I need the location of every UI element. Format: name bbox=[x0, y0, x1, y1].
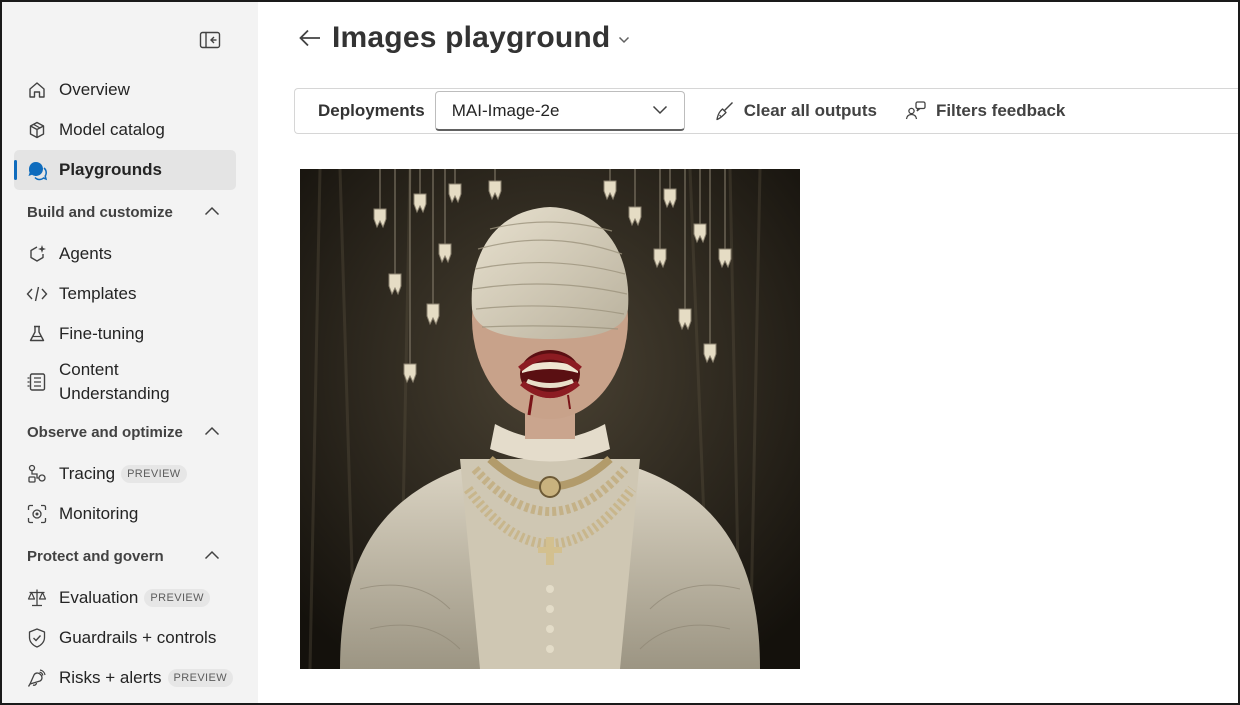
monitor-scan-icon bbox=[26, 503, 48, 525]
sidebar-item-model-catalog[interactable]: Model catalog bbox=[14, 110, 236, 150]
tracing-icon bbox=[26, 463, 48, 485]
filters-feedback-label: Filters feedback bbox=[935, 101, 1066, 120]
clear-all-outputs-button[interactable]: Clear all outputs bbox=[713, 100, 877, 122]
sidebar-item-label: Agents bbox=[59, 244, 112, 263]
sidebar-item-label: Model catalog bbox=[59, 120, 165, 139]
sidebar-item-label: Tracing bbox=[59, 464, 116, 483]
label-line-2: Understanding bbox=[59, 384, 170, 403]
section-build-and-customize[interactable]: Build and customize bbox=[14, 190, 236, 234]
sidebar-item-tracing[interactable]: Tracing PREVIEW bbox=[14, 454, 236, 494]
flask-icon bbox=[26, 323, 48, 345]
chat-icon bbox=[26, 159, 48, 181]
sidebar-item-label: Overview bbox=[59, 80, 130, 99]
sidebar-item-guardrails-controls[interactable]: Guardrails + controls bbox=[14, 618, 236, 658]
section-title: Protect and govern bbox=[27, 547, 164, 565]
chevron-up-icon bbox=[204, 547, 220, 565]
toolbar: Deployments MAI-Image-2e Clear all outpu… bbox=[294, 88, 1238, 134]
agent-sparkle-icon bbox=[26, 243, 48, 265]
sidebar-item-templates[interactable]: Templates bbox=[14, 274, 236, 314]
broom-icon bbox=[713, 100, 735, 122]
sidebar-item-fine-tuning[interactable]: Fine-tuning bbox=[14, 314, 236, 354]
chevron-down-icon bbox=[652, 102, 668, 120]
sidebar-item-label: Fine-tuning bbox=[59, 324, 145, 343]
arrow-left-icon[interactable] bbox=[296, 24, 324, 52]
sidebar-item-content-understanding[interactable]: Content Understanding bbox=[14, 354, 236, 410]
page-header: Images playground bbox=[296, 16, 630, 60]
generated-image[interactable] bbox=[300, 169, 800, 669]
section-title: Observe and optimize bbox=[27, 423, 183, 441]
panel-collapse-icon[interactable] bbox=[198, 29, 222, 51]
clear-all-outputs-label: Clear all outputs bbox=[743, 101, 877, 120]
label-line-1: Content bbox=[59, 360, 119, 379]
shield-check-icon bbox=[26, 627, 48, 649]
sidebar: Overview Model catalog Playgrounds Build… bbox=[2, 2, 258, 703]
preview-badge: PREVIEW bbox=[167, 669, 234, 687]
scales-icon bbox=[26, 587, 48, 609]
sidebar-item-overview[interactable]: Overview bbox=[14, 70, 236, 110]
preview-badge: PREVIEW bbox=[121, 465, 187, 483]
section-protect-and-govern[interactable]: Protect and govern bbox=[14, 534, 236, 578]
sidebar-item-label: Templates bbox=[59, 284, 137, 303]
sidebar-item-monitoring[interactable]: Monitoring bbox=[14, 494, 236, 534]
sidebar-item-label: Playgrounds bbox=[59, 160, 162, 179]
sidebar-nav: Overview Model catalog Playgrounds Build… bbox=[14, 70, 236, 698]
preview-badge: PREVIEW bbox=[144, 589, 210, 607]
sidebar-item-label: Content Understanding bbox=[59, 358, 170, 406]
deployment-value: MAI-Image-2e bbox=[451, 100, 560, 120]
filters-feedback-button[interactable]: Filters feedback bbox=[905, 100, 1065, 122]
alert-broadcast-icon bbox=[26, 667, 48, 689]
document-list-icon bbox=[26, 371, 48, 393]
sidebar-item-label: Risks + alerts bbox=[59, 668, 162, 687]
app-window: Overview Model catalog Playgrounds Build… bbox=[0, 0, 1240, 705]
home-icon bbox=[26, 79, 48, 101]
sidebar-item-label: Guardrails + controls bbox=[59, 628, 217, 647]
chevron-up-icon bbox=[204, 423, 220, 441]
people-feedback-icon bbox=[905, 100, 927, 122]
page-title: Images playground bbox=[332, 21, 611, 54]
main-content: Images playground Deployments MAI-Image-… bbox=[258, 2, 1238, 703]
deployments-label: Deployments bbox=[318, 101, 425, 120]
code-icon bbox=[26, 283, 48, 305]
cube-icon bbox=[26, 119, 48, 141]
sidebar-item-risks-alerts[interactable]: Risks + alerts PREVIEW bbox=[14, 658, 236, 698]
chevron-up-icon bbox=[204, 203, 220, 221]
deployment-select[interactable]: MAI-Image-2e bbox=[434, 91, 685, 131]
chevron-down-icon[interactable] bbox=[618, 36, 630, 44]
sidebar-item-label: Evaluation bbox=[59, 588, 139, 607]
sidebar-item-evaluation[interactable]: Evaluation PREVIEW bbox=[14, 578, 236, 618]
sidebar-item-agents[interactable]: Agents bbox=[14, 234, 236, 274]
section-title: Build and customize bbox=[27, 203, 173, 221]
sidebar-item-playgrounds[interactable]: Playgrounds bbox=[14, 150, 236, 190]
sidebar-item-label: Monitoring bbox=[59, 504, 139, 523]
section-observe-and-optimize[interactable]: Observe and optimize bbox=[14, 410, 236, 454]
